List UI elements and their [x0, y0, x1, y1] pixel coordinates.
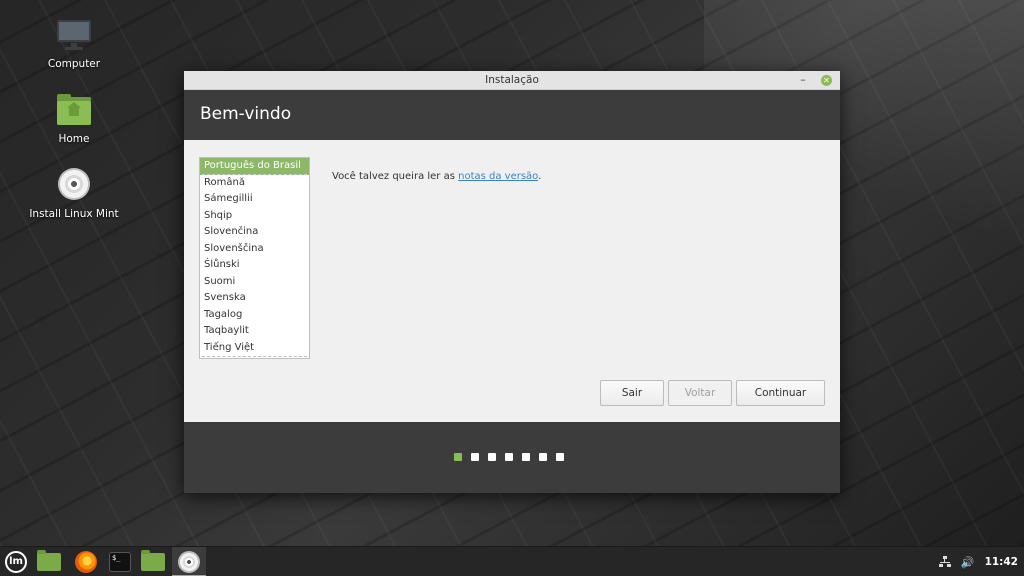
language-item[interactable]: Tagalog — [200, 307, 309, 324]
language-item[interactable]: Tiếng Việt — [200, 340, 309, 357]
disc-icon — [178, 551, 200, 573]
continue-button[interactable]: Continuar — [736, 380, 825, 406]
language-item[interactable]: Română — [200, 175, 309, 192]
network-icon[interactable] — [938, 556, 951, 568]
release-notes-link[interactable]: notas da versão — [458, 171, 538, 182]
close-icon[interactable]: ✕ — [821, 75, 832, 86]
window-title: Instalação — [485, 74, 539, 86]
clock[interactable]: 11:42 — [985, 556, 1018, 568]
language-item[interactable]: Português do Brasil — [200, 158, 309, 175]
desktop-icon-computer[interactable]: Computer — [26, 18, 122, 70]
language-item[interactable]: Ślůnski — [200, 257, 309, 274]
page-header: Bem-vindo — [184, 90, 840, 140]
progress-dots — [454, 453, 564, 461]
language-item[interactable]: Sámegillii — [200, 191, 309, 208]
back-button[interactable]: Voltar — [668, 380, 732, 406]
mint-logo-icon: lm — [5, 551, 27, 573]
desktop-icon-label: Install Linux Mint — [29, 208, 119, 220]
terminal-launcher[interactable]: $_ — [103, 547, 137, 576]
page-title: Bem-vindo — [200, 104, 292, 124]
window-titlebar[interactable]: Instalação – ✕ — [184, 71, 840, 90]
folder-icon — [141, 550, 165, 571]
system-tray: 🔊 11:42 — [938, 547, 1024, 576]
progress-step-dot — [522, 453, 530, 461]
disc-icon — [54, 168, 94, 204]
progress-step-dot — [488, 453, 496, 461]
desktop-folder-icon — [37, 550, 61, 571]
language-item[interactable]: Slovenčina — [200, 224, 309, 241]
desktop-icon-label: Home — [58, 133, 90, 145]
progress-step-dot — [471, 453, 479, 461]
language-item[interactable]: Taqbaylit — [200, 323, 309, 340]
show-desktop-button[interactable] — [33, 547, 67, 576]
home-folder-icon — [54, 93, 94, 129]
installer-window: Instalação – ✕ Bem-vindo Português do Br… — [184, 71, 840, 493]
computer-icon — [54, 18, 94, 54]
language-item[interactable]: Shqip — [200, 208, 309, 225]
desktop-icon-home[interactable]: Home — [26, 93, 122, 145]
quit-button[interactable]: Sair — [600, 380, 664, 406]
desktop-icon-install[interactable]: Install Linux Mint — [26, 168, 122, 220]
release-notes-line: Você talvez queira ler as notas da versã… — [332, 171, 541, 182]
installer-taskbar-button[interactable] — [172, 547, 206, 576]
progress-footer — [184, 422, 840, 493]
language-item[interactable]: Slovenščina — [200, 241, 309, 258]
progress-step-dot — [556, 453, 564, 461]
minimize-icon[interactable]: – — [798, 71, 808, 88]
firefox-launcher[interactable] — [69, 547, 103, 576]
language-list[interactable]: Português do Brasil Română Sámegillii Shqip… — [199, 157, 310, 359]
progress-step-dot — [539, 453, 547, 461]
progress-step-dot — [454, 453, 462, 461]
firefox-icon — [75, 551, 97, 573]
content-area: Português do Brasil Română Sámegillii Shqip… — [184, 140, 840, 421]
language-item[interactable]: Suomi — [200, 274, 309, 291]
terminal-icon: $_ — [109, 552, 131, 572]
desktop-icon-label: Computer — [47, 58, 101, 70]
volume-icon[interactable]: 🔊 — [961, 556, 975, 569]
release-notes-suffix: . — [538, 171, 542, 182]
files-launcher[interactable] — [137, 547, 171, 576]
release-notes-text: Você talvez queira ler as — [332, 171, 459, 182]
language-item[interactable]: Svenska — [200, 290, 309, 307]
taskbar-panel: lm $_ 🔊 11:42 — [0, 546, 1024, 576]
progress-step-dot — [505, 453, 513, 461]
menu-button[interactable]: lm — [0, 547, 34, 576]
